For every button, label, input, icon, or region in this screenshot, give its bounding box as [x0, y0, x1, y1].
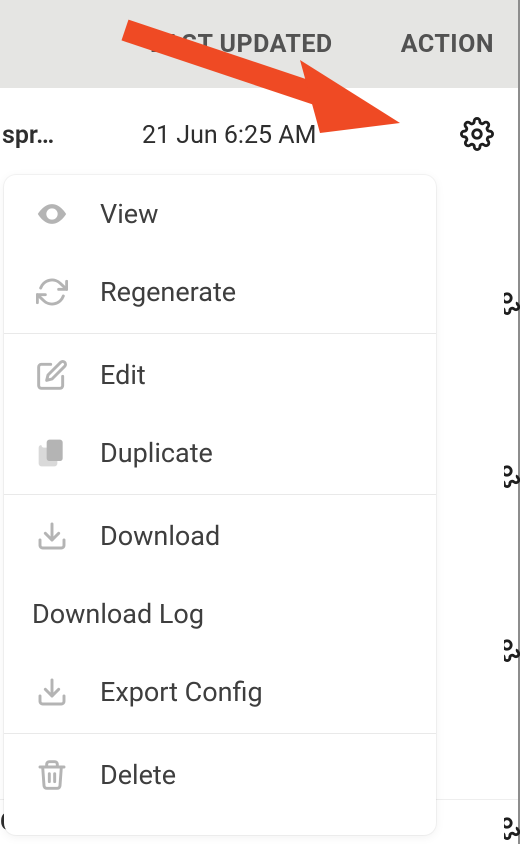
download-icon [32, 520, 72, 552]
menu-label: Download [100, 520, 220, 552]
refresh-icon [32, 276, 72, 308]
menu-label: Edit [100, 359, 146, 391]
eye-icon [32, 197, 72, 231]
menu-label: Export Config [100, 676, 263, 708]
row-name: spr… [0, 121, 90, 150]
menu-item-download-log[interactable]: Download Log [4, 575, 436, 653]
row-date: 21 Jun 6:25 AM [90, 121, 460, 150]
menu-separator [4, 494, 436, 495]
edit-icon [32, 359, 72, 391]
gear-icon[interactable] [504, 281, 520, 315]
duplicate-icon [32, 437, 72, 469]
column-last-updated: LAST UPDATED [150, 30, 333, 59]
gear-icon[interactable] [504, 454, 520, 488]
menu-item-edit[interactable]: Edit [4, 336, 436, 414]
menu-item-regenerate[interactable]: Regenerate [4, 253, 436, 331]
download-icon [32, 676, 72, 708]
menu-separator [4, 733, 436, 734]
menu-separator [4, 333, 436, 334]
menu-label: Regenerate [100, 276, 236, 308]
column-action: ACTION [401, 30, 494, 59]
menu-item-download[interactable]: Download [4, 497, 436, 575]
menu-item-view[interactable]: View [4, 175, 436, 253]
menu-item-delete[interactable]: Delete [4, 736, 436, 814]
gear-icon[interactable] [504, 628, 520, 662]
table-header: LAST UPDATED ACTION [0, 0, 518, 88]
row-actions-button[interactable] [460, 117, 494, 155]
menu-label: Download Log [32, 598, 204, 630]
table-row: spr… 21 Jun 6:25 AM [0, 88, 518, 183]
trash-icon [32, 759, 72, 791]
actions-dropdown: View Regenerate Edit Duplicate Dow [4, 175, 436, 835]
gear-icon [460, 117, 494, 151]
menu-label: View [100, 198, 158, 230]
menu-item-duplicate[interactable]: Duplicate [4, 414, 436, 492]
menu-label: Duplicate [100, 437, 213, 469]
menu-label: Delete [100, 759, 176, 791]
menu-item-export-config[interactable]: Export Config [4, 653, 436, 731]
